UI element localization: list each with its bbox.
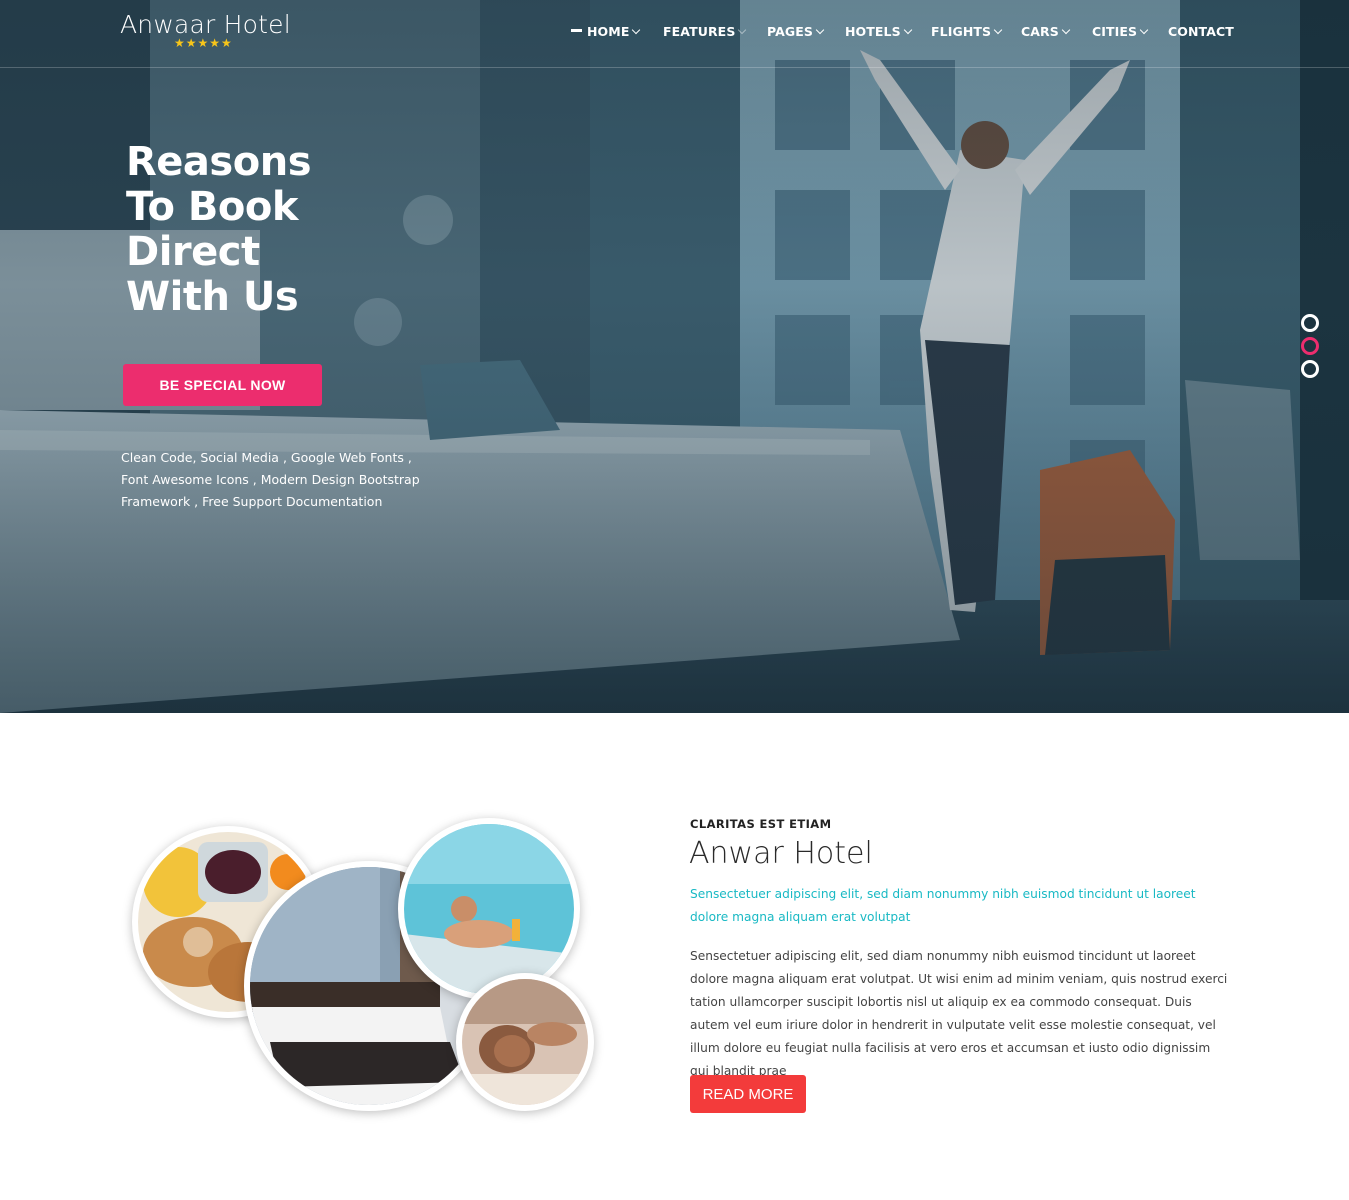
chevron-down-icon — [1061, 25, 1071, 35]
slide-dot-1[interactable] — [1301, 314, 1319, 332]
slider-pagination — [1301, 314, 1319, 383]
nav-item-label: FEATURES — [663, 24, 736, 39]
hero-title-line: With Us — [126, 274, 299, 320]
hero-title-line: To Book — [126, 184, 298, 230]
hero-overlay — [0, 0, 1349, 713]
active-nav-indicator — [571, 29, 582, 32]
chevron-down-icon — [815, 25, 825, 35]
nav-item-pages[interactable]: PAGES — [767, 24, 825, 39]
spa-massage-photo — [456, 973, 594, 1111]
slide-dot-2[interactable] — [1301, 337, 1319, 355]
slide-dot-3[interactable] — [1301, 360, 1319, 378]
chevron-down-icon — [1139, 25, 1149, 35]
chevron-down-icon — [632, 25, 641, 35]
nav-item-label: CARS — [1021, 24, 1059, 39]
nav-item-label: CITIES — [1092, 24, 1138, 39]
hero-description: Clean Code, Social Media , Google Web Fo… — [121, 450, 420, 509]
hero-title-line: Reasons — [126, 139, 312, 185]
chevron-down-icon — [903, 25, 912, 35]
chevron-down-icon — [993, 25, 1003, 35]
about-image-collage — [130, 818, 600, 1118]
read-more-button[interactable]: READ MORE — [690, 1075, 806, 1113]
hero-title-line: Direct — [126, 229, 260, 275]
about-lead-text: Sensectetuer adipiscing elit, sed diam n… — [690, 887, 1196, 924]
chevron-down-icon — [738, 25, 747, 35]
nav-item-flights[interactable]: FLIGHTS — [931, 24, 1003, 39]
nav-item-label: HOTELS — [845, 24, 901, 39]
nav-item-features[interactable]: FEATURES — [663, 24, 747, 39]
nav-item-cars[interactable]: CARS — [1021, 24, 1071, 39]
nav-item-label: PAGES — [767, 24, 813, 39]
nav-item-label: HOME — [587, 24, 630, 39]
nav-item-contact[interactable]: CONTACT — [1168, 24, 1234, 39]
star-rating: ★★★★★ — [174, 36, 233, 50]
hero-slider — [0, 0, 1349, 713]
pool-photo — [398, 818, 580, 1000]
about-kicker: CLARITAS EST ETIAM — [690, 817, 832, 831]
be-special-now-button[interactable]: BE SPECIAL NOW — [123, 364, 322, 406]
nav-item-cities[interactable]: CITIES — [1092, 24, 1149, 39]
site-logo[interactable]: Anwaar Hotel — [120, 10, 291, 39]
about-title: Anwar Hotel — [689, 836, 873, 871]
hero-title: Reasons To Book Direct With Us — [126, 139, 312, 320]
nav-item-label: CONTACT — [1168, 24, 1234, 39]
nav-item-hotels[interactable]: HOTELS — [845, 24, 912, 39]
site-header: Anwaar Hotel ★★★★★ HOME FEATURES PAGES H… — [0, 0, 1349, 68]
nav-item-home[interactable]: HOME — [587, 24, 641, 39]
nav-item-label: FLIGHTS — [931, 24, 992, 39]
about-body-text: Sensectetuer adipiscing elit, sed diam n… — [690, 949, 1228, 1078]
